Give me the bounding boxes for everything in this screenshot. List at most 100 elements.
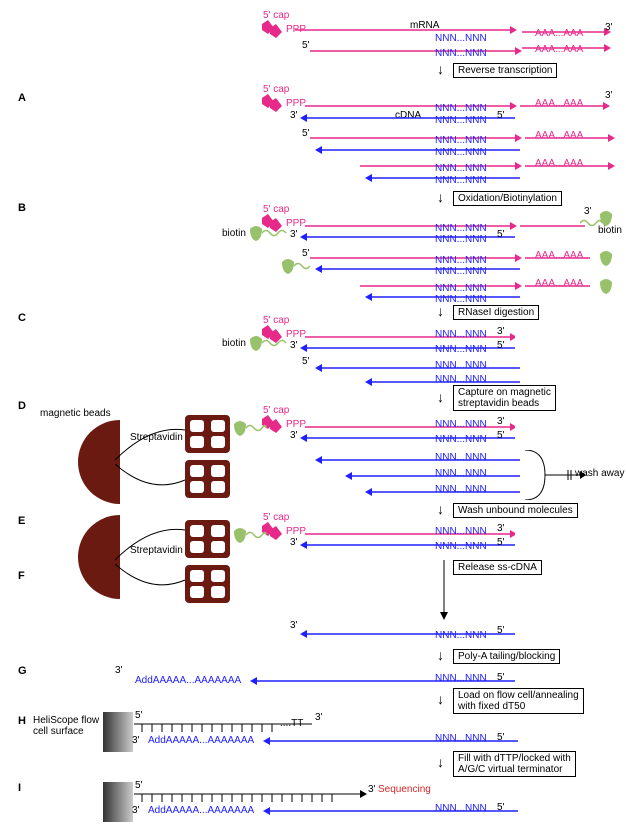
b-cdna-fl (295, 231, 525, 243)
b-cdna-3p: 3' (290, 229, 297, 240)
d-cdna-3p: 3' (290, 430, 297, 441)
mrna1-3prime: 3' (605, 22, 612, 33)
e-strep-2 (185, 565, 230, 603)
h-heliscope-label: HeliScope flow cell surface (33, 715, 99, 737)
a-cdna-5p: 5' (497, 110, 504, 121)
panel-label-F: F (18, 570, 25, 582)
step-fill: Fill with dTTP/locked with A/G/C virtual… (453, 751, 576, 777)
e-3p-1: 3' (497, 523, 504, 534)
mrna2-tail-arrow (512, 42, 612, 54)
b-biotin-shape-3c (598, 278, 614, 294)
step-reverse-transcription: Reverse transcription (453, 63, 557, 78)
mrna1-tail-arrow (512, 26, 612, 38)
c-nnn-1: NNN...NNN (435, 329, 487, 340)
mrna1-ppp: PPP (286, 24, 306, 35)
i-sequencing: Sequencing (378, 784, 431, 795)
a-polyA-1: AAA...AAA (535, 98, 583, 109)
i-cdna (258, 805, 528, 817)
d-nnn-u3: NNN...NNN (435, 484, 487, 495)
step-polyA: Poly-A tailing/blocking (453, 649, 560, 664)
arrow-rnase: ↓ (437, 304, 444, 318)
panel-label-A: A (18, 92, 26, 104)
c-3p-1: 3' (497, 326, 504, 337)
i-flowcell-surface (103, 782, 133, 822)
d-3p-1: 3' (497, 416, 504, 427)
e-cdna-fl (295, 539, 525, 551)
h-cdna (258, 735, 528, 747)
a-nnn-cdna2: NNN...NNN (435, 147, 487, 158)
d-nnn-u2: NNN...NNN (435, 468, 487, 479)
e-strep-1 (185, 520, 230, 558)
i-tailA: AddAAAAA...AAAAAAA (148, 805, 254, 816)
i-dT50 (132, 790, 367, 806)
i-5p-bot: 5' (497, 802, 504, 813)
h-nnn: NNN...NNN (435, 733, 487, 744)
c-nnn-o2: NNN...NNN (435, 374, 487, 385)
h-3p-bot: 3' (132, 735, 139, 746)
d-nnn-u1: NNN...NNN (435, 452, 487, 463)
panel-label-C: C (18, 312, 26, 324)
i-3p-top: 3' (368, 784, 375, 795)
step-release: Release ss-cDNA (453, 560, 542, 575)
step-oxidation-biotinylation: Oxidation/Biotinylation (453, 191, 562, 206)
d-nnn-cdna1: NNN...NNN (435, 434, 487, 445)
mrna-label: mRNA (410, 20, 439, 31)
b-cdna-trunc (310, 263, 530, 275)
g-tailA: AddAAAAA...AAAAAAA (135, 675, 241, 686)
f-5p: 5' (497, 625, 504, 636)
b-polyA-3: AAA...AAA (535, 278, 583, 289)
e-wavy (246, 530, 268, 540)
e-connectors (115, 520, 190, 600)
arrow-wash: ↓ (437, 502, 444, 516)
c-cdna-3p: 3' (290, 340, 297, 351)
a-cap-shape (258, 94, 286, 112)
a-trunc-5p: 5' (302, 128, 309, 139)
arrow-release (438, 560, 450, 620)
c-wavy (262, 338, 290, 348)
a-nnn-cdna1: NNN...NNN (435, 115, 487, 126)
cap-shape-1 (258, 20, 286, 38)
c-cdna-orphan1 (310, 362, 530, 374)
c-nnn-cdna1: NNN...NNN (435, 344, 487, 355)
e-nnn-cdna1: NNN...NNN (435, 541, 487, 552)
panel-label-B: B (18, 202, 26, 214)
step-capture: Capture on magnetic streptavidin beads (453, 385, 556, 411)
a-cdna-fl (295, 112, 525, 124)
i-nnn: NNN...NNN (435, 803, 487, 814)
d-nnn-1: NNN...NNN (435, 419, 487, 430)
h-5p-bot: 5' (497, 732, 504, 743)
c-trunc-5p: 5' (302, 356, 309, 367)
panel-label-G: G (18, 665, 27, 677)
i-3p-bot: 3' (132, 805, 139, 816)
b-wavy-5 (262, 228, 290, 238)
d-bracket (525, 450, 560, 500)
step-wash: Wash unbound molecules (453, 503, 578, 518)
h-flowcell-surface (103, 712, 133, 752)
d-connectors (115, 420, 190, 500)
d-strep-2 (185, 460, 230, 498)
f-cdna (295, 628, 525, 640)
panel-label-E: E (18, 515, 25, 527)
e-bead-shape (35, 515, 120, 600)
b-trunc-5p: 5' (302, 248, 309, 259)
b-nnn-cdna1: NNN...NNN (435, 234, 487, 245)
d-beads-label: magnetic beads (40, 408, 111, 419)
a-polyA-3: AAA...AAA (535, 158, 583, 169)
d-cdna-5p: 5' (497, 430, 504, 441)
d-wash-label: wash away (575, 468, 624, 479)
arrow-fill: ↓ (437, 755, 444, 769)
g-5p: 5' (497, 672, 504, 683)
h-dT-label: ....TT (280, 718, 303, 729)
f-nnn: NNN...NNN (435, 630, 487, 641)
arrow-load: ↓ (437, 692, 444, 706)
mrna2-nnn: NNN...NNN (435, 48, 487, 59)
b-nnn-cdna2: NNN...NNN (435, 266, 487, 277)
d-cdna-fl (295, 432, 525, 444)
h-3p-top: 3' (315, 712, 322, 723)
d-wavy (246, 423, 268, 433)
b-cdna-5p: 5' (497, 229, 504, 240)
e-cdna-5p: 5' (497, 537, 504, 548)
b-wavy-3 (580, 218, 604, 228)
step-rnase: RNaseI digestion (453, 305, 539, 320)
arrow-polyA: ↓ (437, 648, 444, 662)
